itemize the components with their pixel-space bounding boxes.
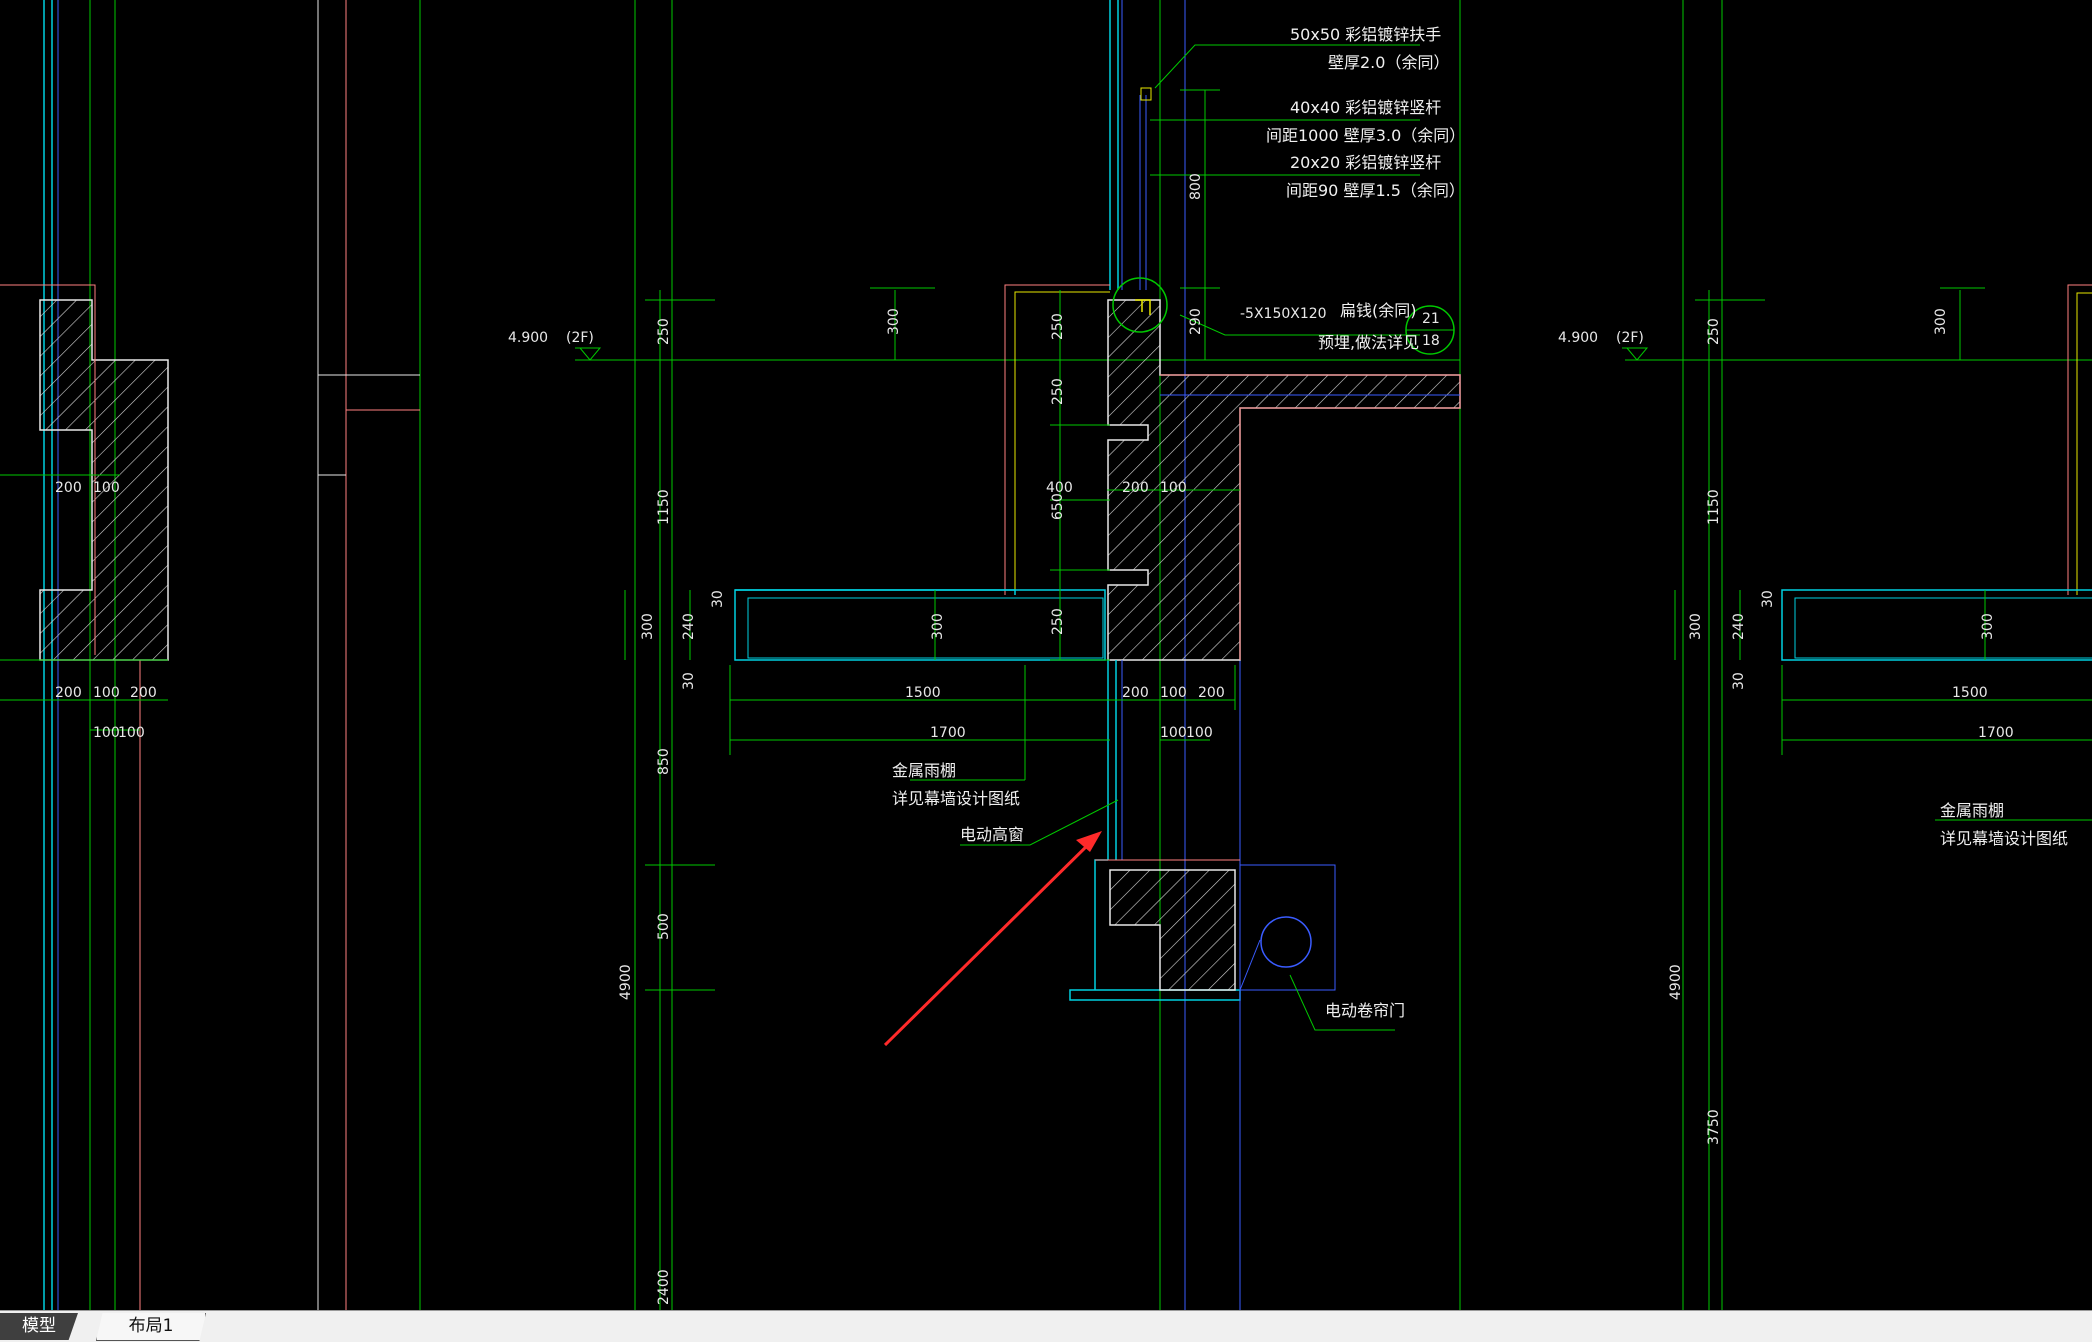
- dim-650: 650: [1050, 493, 1066, 520]
- right-dim-1700: 1700: [1978, 725, 2014, 741]
- left-dim-100b: 100: [93, 685, 120, 701]
- dim-100a: 100: [1160, 480, 1187, 496]
- cad-drawing[interactable]: 200 100 200 100 200 100 100 4.900 (2F) 5…: [0, 0, 2092, 1310]
- note-plate: -5X150X120: [1240, 306, 1327, 322]
- dim-200c: 200: [1198, 685, 1225, 701]
- note-post-1: 40x40 彩铝镀锌竖杆: [1290, 98, 1441, 117]
- right-section: 4.900 (2F) 300 250 1150 300 240 30 30 30…: [1558, 0, 2092, 1310]
- tab-model[interactable]: 模型: [0, 1313, 78, 1340]
- note-flat-steel: 扁钱(余同): [1340, 301, 1417, 320]
- dim-290: 290: [1188, 308, 1204, 335]
- right-dim-1150: 1150: [1706, 489, 1722, 525]
- dim-1500: 1500: [905, 685, 941, 701]
- left-section: 200 100 200 100 200 100 100: [0, 0, 421, 1310]
- note-high-window: 电动高窗: [960, 825, 1024, 844]
- level-right: 4.900: [1558, 330, 1598, 346]
- detail-ref-top[interactable]: 21: [1422, 311, 1440, 327]
- cad-model-space[interactable]: 200 100 200 100 200 100 100 4.900 (2F) 5…: [0, 0, 2092, 1310]
- note-roller-door: 电动卷帘门: [1325, 1001, 1405, 1020]
- note-canopy-2: 详见幕墙设计图纸: [892, 789, 1020, 808]
- note-bar-2: 间距90 壁厚1.5（余同）: [1286, 181, 1465, 200]
- layout-tab-bar: 模型 布局1: [0, 1310, 2092, 1342]
- dim-1700: 1700: [930, 725, 966, 741]
- dim-1150: 1150: [656, 489, 672, 525]
- dim-100b: 100: [1160, 685, 1187, 701]
- level-left: 4.900: [508, 330, 548, 346]
- note-post-2: 间距1000 壁厚3.0（余同）: [1266, 126, 1465, 145]
- left-dim-200: 200: [55, 480, 82, 496]
- dim-850: 850: [656, 748, 672, 775]
- dim-300a: 300: [886, 308, 902, 335]
- dim-250a: 250: [656, 318, 672, 345]
- right-dim-250: 250: [1706, 318, 1722, 345]
- left-dim-200c: 200: [130, 685, 157, 701]
- right-dim-3750: 3750: [1706, 1109, 1722, 1145]
- note-canopy-1: 金属雨棚: [892, 761, 956, 780]
- dim-30b: 30: [681, 672, 697, 690]
- dim-200b: 200: [1122, 685, 1149, 701]
- dim-250b: 250: [1050, 313, 1066, 340]
- note-canopy-right-2: 详见幕墙设计图纸: [1940, 829, 2068, 848]
- tab-layout1[interactable]: 布局1: [96, 1313, 206, 1341]
- note-canopy-right-1: 金属雨棚: [1940, 801, 2004, 820]
- floor-right: (2F): [1616, 330, 1644, 346]
- note-handrail-2: 壁厚2.0（余同）: [1328, 53, 1449, 72]
- right-dim-300a: 300: [1933, 308, 1949, 335]
- dim-300c: 300: [640, 613, 656, 640]
- detail-ref-bottom[interactable]: 18: [1422, 333, 1440, 349]
- dim-240: 240: [681, 613, 697, 640]
- right-dim-1500: 1500: [1952, 685, 1988, 701]
- dim-2400: 2400: [656, 1269, 672, 1305]
- dim-200a: 200: [1122, 480, 1149, 496]
- dim-250d: 250: [1050, 608, 1066, 635]
- left-dim-100c: 100: [93, 725, 120, 741]
- floor-left: (2F): [566, 330, 594, 346]
- note-bar-1: 20x20 彩铝镀锌竖杆: [1290, 153, 1441, 172]
- dim-30a: 30: [710, 590, 726, 608]
- left-dim-200b: 200: [55, 685, 82, 701]
- note-handrail-1: 50x50 彩铝镀锌扶手: [1290, 25, 1441, 44]
- dim-100c: 100: [1160, 725, 1187, 741]
- dim-250c: 250: [1050, 378, 1066, 405]
- left-dim-100: 100: [93, 480, 120, 496]
- dim-800: 800: [1188, 173, 1204, 200]
- dim-4900: 4900: [618, 964, 634, 1000]
- right-dim-300b: 300: [1688, 613, 1704, 640]
- left-dim-100d: 100: [118, 725, 145, 741]
- right-dim-30a: 30: [1760, 590, 1776, 608]
- right-dim-240: 240: [1731, 613, 1747, 640]
- dim-100d: 100: [1186, 725, 1213, 741]
- right-dim-30b: 30: [1731, 672, 1747, 690]
- center-section: 4.900 (2F) 50x50 彩铝镀锌扶手 壁厚2.0（余同） 40x40 …: [508, 0, 1465, 1310]
- dim-500: 500: [656, 913, 672, 940]
- right-dim-300c: 300: [1980, 613, 1996, 640]
- note-embed: 预埋,做法详见: [1318, 333, 1419, 352]
- dim-300b: 300: [930, 613, 946, 640]
- right-dim-4900: 4900: [1668, 964, 1684, 1000]
